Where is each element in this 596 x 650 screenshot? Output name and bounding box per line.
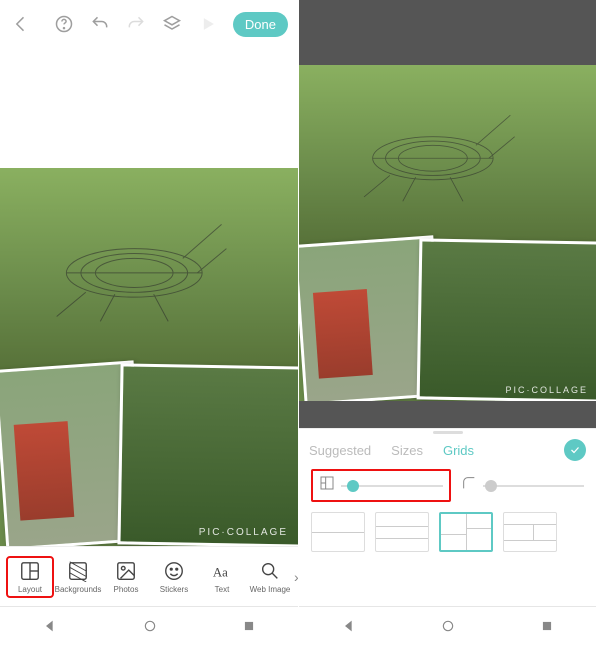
- tab-sizes[interactable]: Sizes: [391, 443, 423, 458]
- watermark: PIC·COLLAGE: [199, 527, 288, 538]
- nav-back-icon[interactable]: [42, 618, 58, 639]
- collage-canvas[interactable]: PIC·COLLAGE: [0, 168, 298, 546]
- left-screenshot: Done PIC·COLLAG: [0, 0, 298, 650]
- photo-top[interactable]: [299, 65, 596, 249]
- nav-home-icon[interactable]: [143, 619, 157, 638]
- grid-layout-options: [299, 512, 596, 560]
- corner-radius-icon: [461, 475, 477, 496]
- nav-recents-icon[interactable]: [242, 619, 256, 638]
- grid-option-1[interactable]: [311, 512, 365, 552]
- photos-icon: [115, 560, 137, 582]
- wire-grasshopper: [323, 98, 543, 201]
- grid-option-4[interactable]: [503, 512, 557, 552]
- border-width-slider[interactable]: [311, 469, 451, 502]
- tool-label: Web Image: [250, 585, 291, 594]
- nav-recents-icon[interactable]: [540, 619, 554, 638]
- tool-label: Backgrounds: [55, 585, 102, 594]
- bottom-toolbar: Layout Backgrounds Photos Stickers Aa Te…: [0, 546, 298, 606]
- grid-option-3[interactable]: [439, 512, 493, 552]
- tool-label: Layout: [18, 585, 42, 594]
- tool-web-image[interactable]: Web Image: [246, 560, 294, 594]
- svg-text:Aa: Aa: [213, 565, 228, 579]
- tool-text[interactable]: Aa Text: [198, 560, 246, 594]
- watermark: PIC·COLLAGE: [505, 385, 588, 395]
- photo-bottom-right[interactable]: [118, 363, 298, 546]
- collage-canvas-right[interactable]: PIC·COLLAGE: [299, 38, 596, 428]
- confirm-button[interactable]: [564, 439, 586, 461]
- tool-backgrounds[interactable]: Backgrounds: [54, 560, 102, 594]
- play-icon[interactable]: [197, 13, 219, 35]
- tab-grids[interactable]: Grids: [443, 443, 474, 458]
- android-navbar: [299, 606, 596, 650]
- back-icon[interactable]: [10, 13, 32, 35]
- tool-stickers[interactable]: Stickers: [150, 560, 198, 594]
- check-icon: [569, 444, 581, 456]
- done-button[interactable]: Done: [233, 12, 288, 37]
- text-icon: Aa: [211, 560, 233, 582]
- statusbar-area: [299, 0, 596, 38]
- help-icon[interactable]: [53, 13, 75, 35]
- layout-icon: [19, 560, 41, 582]
- layout-panel: Suggested Sizes Grids: [299, 428, 596, 606]
- empty-canvas-area: [0, 48, 298, 168]
- right-screenshot: PIC·COLLAGE Suggested Sizes Grids: [298, 0, 596, 650]
- grid-option-2[interactable]: [375, 512, 429, 552]
- undo-icon[interactable]: [89, 13, 111, 35]
- border-width-icon: [319, 475, 335, 496]
- tab-suggested[interactable]: Suggested: [309, 443, 371, 458]
- android-navbar: [0, 606, 298, 650]
- nav-back-icon[interactable]: [341, 618, 357, 639]
- search-icon: [259, 560, 281, 582]
- photo-top[interactable]: [0, 168, 298, 376]
- editor-topbar: Done: [0, 0, 298, 48]
- grid-sliders: [299, 469, 596, 512]
- tool-photos[interactable]: Photos: [102, 560, 150, 594]
- nav-home-icon[interactable]: [441, 619, 455, 638]
- layers-icon[interactable]: [161, 13, 183, 35]
- redo-icon[interactable]: [125, 13, 147, 35]
- photo-bottom-right[interactable]: [416, 238, 596, 401]
- backgrounds-icon: [67, 560, 89, 582]
- layout-tabs: Suggested Sizes Grids: [299, 435, 596, 469]
- stickers-icon: [163, 560, 185, 582]
- corner-radius-slider[interactable]: [461, 475, 585, 496]
- tool-layout[interactable]: Layout: [6, 556, 54, 598]
- tool-label: Photos: [114, 585, 139, 594]
- red-structure: [14, 420, 74, 520]
- tool-label: Text: [215, 585, 230, 594]
- tool-label: Stickers: [160, 585, 188, 594]
- wire-grasshopper: [24, 205, 245, 321]
